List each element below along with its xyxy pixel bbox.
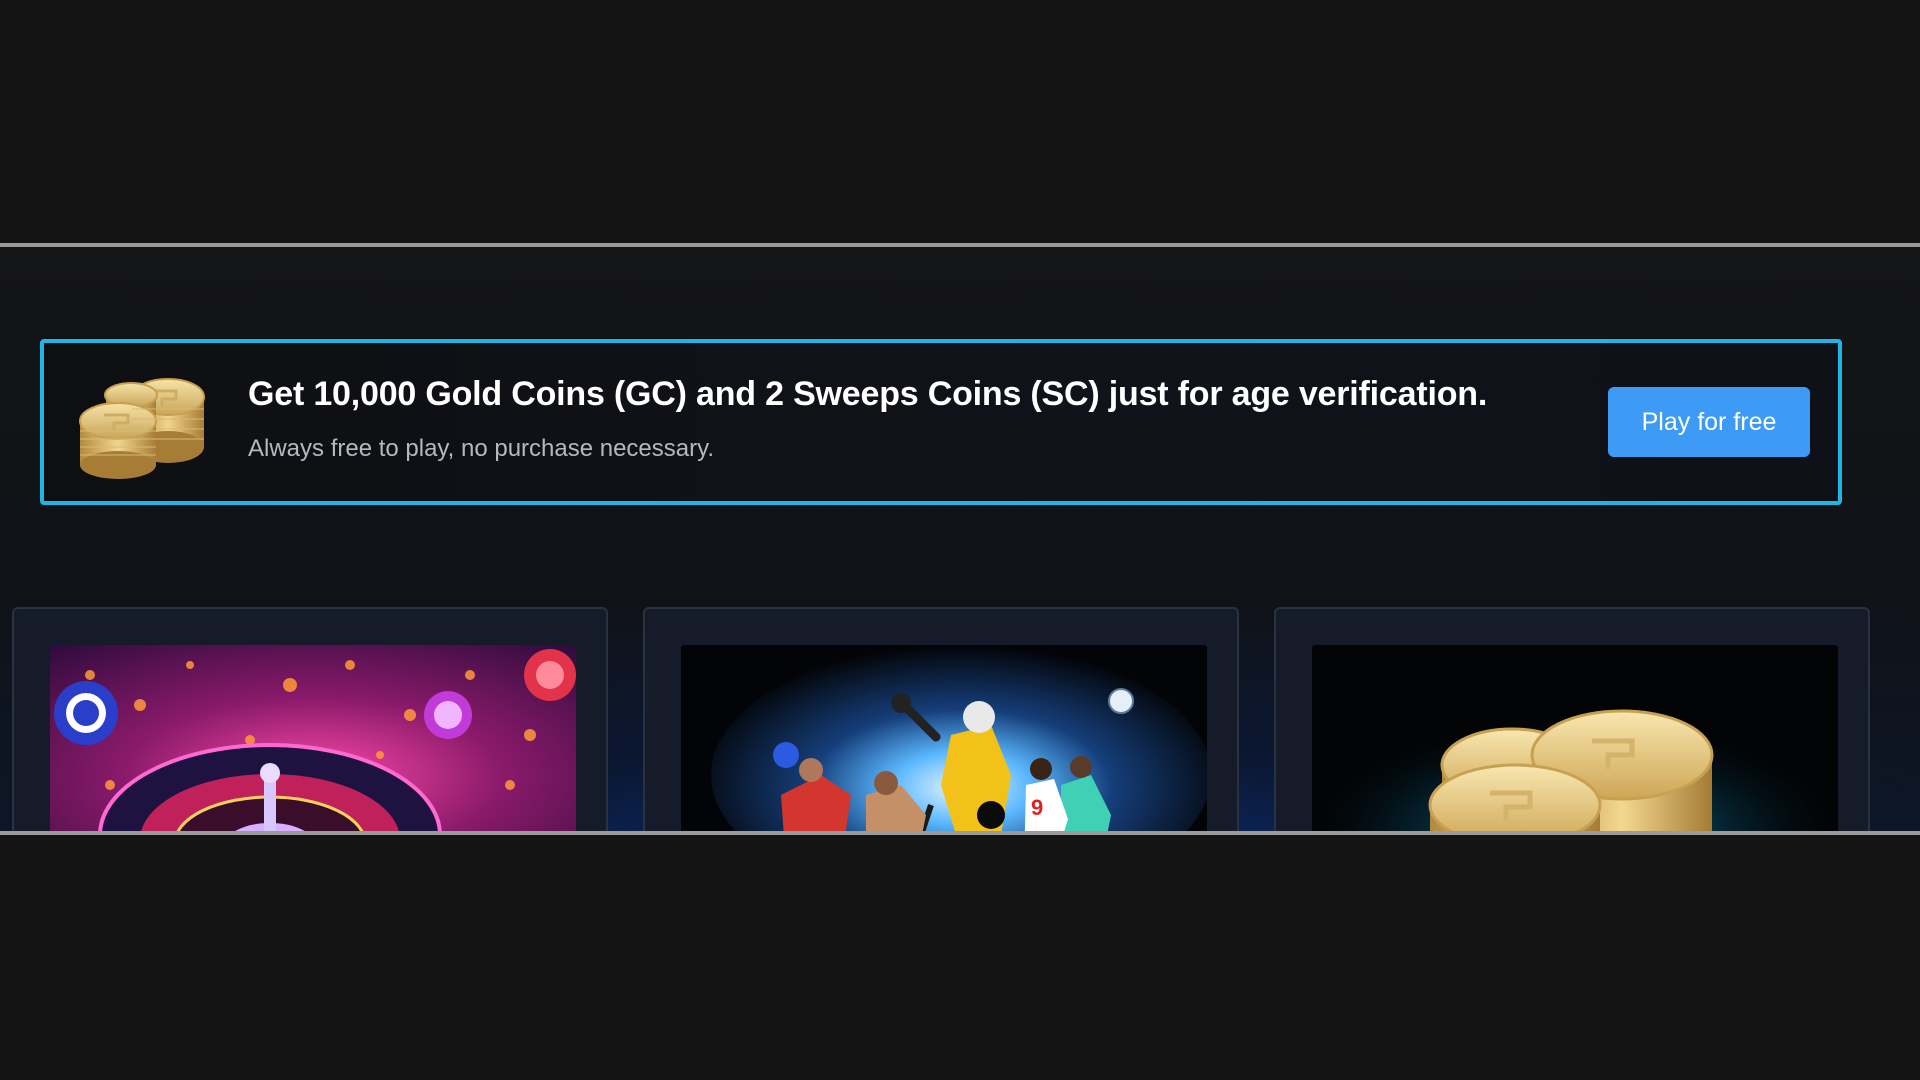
svg-text:9: 9 bbox=[1031, 795, 1043, 820]
page-viewport: Get 10,000 Gold Coins (GC) and 2 Sweeps … bbox=[0, 247, 1920, 831]
category-card-casino[interactable] bbox=[12, 607, 608, 831]
promo-subtitle: Always free to play, no purchase necessa… bbox=[248, 435, 715, 462]
athletes-sports-image[interactable]: 9 bbox=[681, 645, 1207, 831]
gold-coins-image[interactable] bbox=[1312, 645, 1838, 831]
play-for-free-button[interactable]: Play for free bbox=[1608, 387, 1810, 457]
roulette-casino-image[interactable] bbox=[50, 645, 576, 831]
letterbox-top bbox=[0, 0, 1920, 243]
promo-title: Get 10,000 Gold Coins (GC) and 2 Sweeps … bbox=[248, 375, 1488, 413]
letterbox-bottom bbox=[0, 835, 1920, 1080]
category-card-sports[interactable]: 9 bbox=[643, 607, 1239, 831]
category-card-coins[interactable] bbox=[1274, 607, 1870, 831]
gold-coins-stack-icon bbox=[76, 369, 212, 479]
promo-banner: Get 10,000 Gold Coins (GC) and 2 Sweeps … bbox=[40, 339, 1842, 505]
